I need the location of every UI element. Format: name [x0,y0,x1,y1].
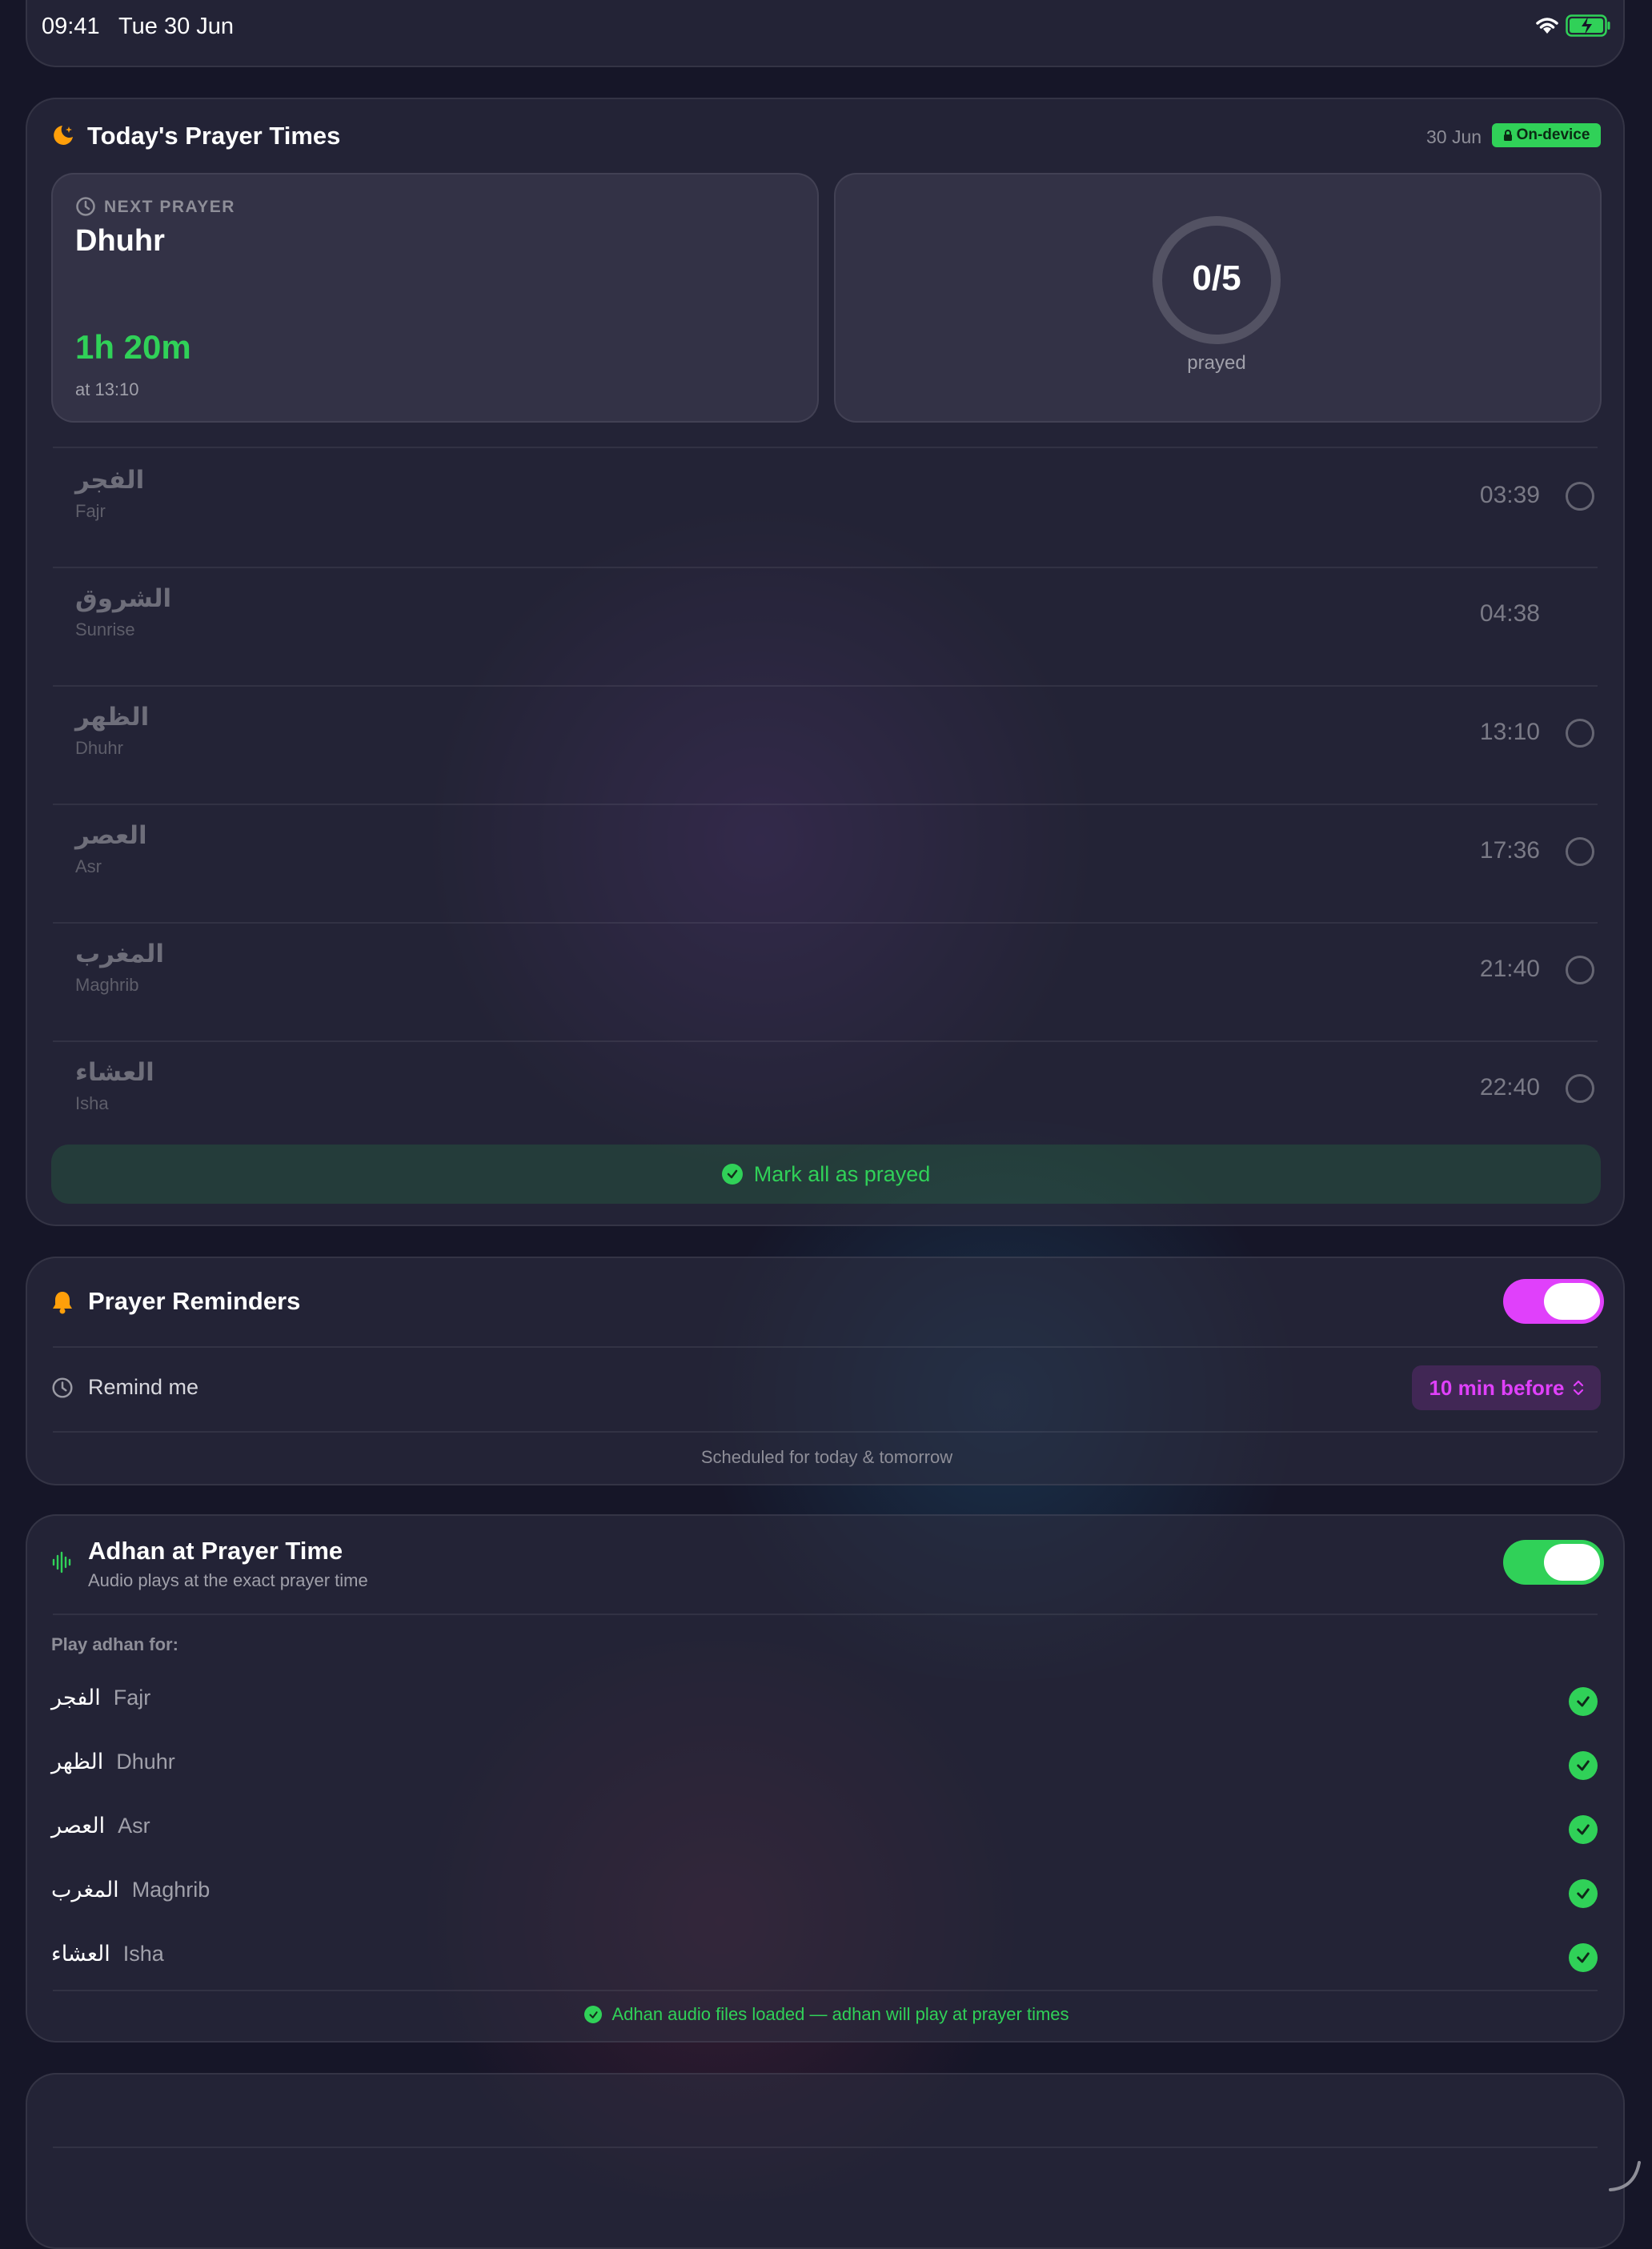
adhan-toggle[interactable] [1503,1540,1604,1585]
prayer-time: 04:38 [1479,600,1540,627]
reminders-title: Prayer Reminders [88,1287,301,1315]
remind-me-label: Remind me [88,1375,199,1399]
remind-offset-value: 10 min before [1429,1375,1565,1400]
prayer-reminders-card: Prayer Reminders Remind me 10 min before… [26,1257,1625,1485]
next-prayer-time: at 13:10 [75,379,139,399]
adhan-prayer-row[interactable]: العشاء Isha [27,1926,1626,1990]
header-date: 30 Jun [1426,126,1482,147]
adhan-prayer-label: الظهر Dhuhr [51,1750,175,1774]
checkmark-circle-icon[interactable] [1569,1815,1598,1844]
adhan-prayer-row[interactable]: العصر Asr [27,1798,1626,1862]
adhan-prayer-arabic: الفجر [51,1686,101,1710]
reminders-footer: Scheduled for today & tomorrow [700,1447,953,1467]
prayer-arabic-name: الظهر [75,703,150,731]
prayer-time: 22:40 [1479,1074,1540,1100]
adhan-prayer-row[interactable]: المغرب Maghrib [27,1862,1626,1926]
adhan-card: Adhan at Prayer Time Audio plays at the … [26,1514,1625,2043]
chevron-up-down-icon [1573,1380,1583,1396]
adhan-prayer-label: المغرب Maghrib [51,1878,210,1902]
status-date: Tue 30 Jun [118,14,235,39]
checkmark-circle-icon[interactable] [1569,1687,1598,1716]
resize-handle[interactable] [1607,2158,1642,2197]
prayed-checkbox[interactable] [1566,482,1594,511]
status-bar: 09:41 Tue 30 Jun [26,0,1625,67]
adhan-status-text: Adhan audio files loaded — adhan will pl… [611,2004,1069,2024]
checkmark-circle-icon[interactable] [1569,1751,1598,1780]
card-title: Today's Prayer Times [87,122,341,150]
checkmark-circle-icon [584,2006,603,2023]
next-prayer-name: Dhuhr [75,224,165,258]
prayed-checkbox[interactable] [1566,719,1594,748]
checkmark-circle-icon[interactable] [1569,1943,1598,1972]
prayer-english-name: Dhuhr [75,738,123,758]
prayer-time: 13:10 [1479,719,1540,745]
prayer-arabic-name: المغرب [75,940,164,968]
prayer-arabic-name: العشاء [75,1058,154,1086]
prayer-row: الفجر Fajr 03:39 [27,448,1626,567]
adhan-prayer-label: الفجر Fajr [51,1686,150,1710]
prayer-times-card: Today's Prayer Times 30 Jun On-device NE… [26,98,1625,1226]
adhan-prayer-row[interactable]: الفجر Fajr [27,1670,1626,1734]
prayer-english-name: Isha [75,1093,109,1113]
prayer-english-name: Fajr [75,501,106,521]
status-time: 09:41 [42,14,100,39]
adhan-prayer-label: العشاء Isha [51,1942,164,1966]
adhan-prayer-arabic: العصر [51,1814,106,1838]
prayed-checkbox[interactable] [1566,837,1594,866]
prayer-time: 03:39 [1479,482,1540,508]
adhan-prayer-arabic: العشاء [51,1942,110,1966]
adhan-status: Adhan audio files loaded — adhan will pl… [27,2004,1626,2025]
adhan-subtitle: Audio plays at the exact prayer time [88,1570,368,1590]
wifi-icon [1534,14,1561,39]
adhan-prayer-english: Fajr [113,1686,151,1710]
prayer-row: العصر Asr 17:36 [27,804,1626,922]
badge-label: On-device [1516,126,1590,143]
prayer-arabic-name: الشروق [75,584,172,612]
prayer-row: المغرب Maghrib 21:40 [27,922,1626,1040]
prayer-time: 17:36 [1479,837,1540,864]
bell-icon [51,1290,74,1318]
remind-offset-picker[interactable]: 10 min before [1412,1365,1601,1410]
prayer-english-name: Maghrib [75,975,139,995]
battery-charging-icon [1566,14,1612,41]
prayer-english-name: Asr [75,856,102,876]
timer-icon [51,1377,74,1403]
prayed-checkbox[interactable] [1566,1074,1594,1103]
prayer-english-name: Sunrise [75,619,135,639]
prayed-checkbox[interactable] [1566,956,1594,984]
next-prayer-box: NEXT PRAYER Dhuhr 1h 20m at 13:10 [51,173,819,423]
next-prayer-countdown: 1h 20m [75,328,191,366]
checkmark-circle-icon[interactable] [1569,1879,1598,1908]
prayer-row: الشروق Sunrise 04:38 [27,567,1626,685]
timer-icon [75,196,96,221]
next-prayer-label: NEXT PRAYER [104,198,235,216]
mark-all-label: Mark all as prayed [753,1161,931,1186]
prayer-arabic-name: الفجر [75,466,145,494]
waveform-icon [51,1551,74,1578]
reminders-toggle[interactable] [1503,1279,1604,1324]
adhan-prayer-row[interactable]: الظهر Dhuhr [27,1734,1626,1798]
prayer-arabic-name: العصر [75,821,147,849]
adhan-prayer-english: Asr [118,1814,150,1838]
checkmark-circle-icon [721,1164,743,1185]
prayer-time: 21:40 [1479,956,1540,982]
adhan-prayer-english: Dhuhr [116,1750,175,1774]
adhan-title: Adhan at Prayer Time [88,1537,343,1565]
bottom-card [26,2073,1625,2249]
adhan-prayer-label: العصر Asr [51,1814,150,1838]
adhan-prayer-english: Maghrib [131,1878,211,1902]
moon-icon [51,123,75,151]
mark-all-button[interactable]: Mark all as prayed [51,1145,1601,1204]
adhan-prayer-arabic: الظهر [51,1750,104,1774]
prayer-row: الظهر Dhuhr 13:10 [27,685,1626,804]
play-for-label: Play adhan for: [51,1634,178,1654]
adhan-prayer-arabic: المغرب [51,1878,119,1902]
progress-box: 0/5 prayed [834,173,1602,423]
adhan-prayer-english: Isha [122,1942,164,1966]
progress-label: prayed [1187,352,1246,374]
progress-count: 0/5 [1192,259,1241,298]
prayer-row: العشاء Isha 22:40 [27,1040,1626,1159]
on-device-badge: On-device [1492,123,1601,147]
lock-icon [1503,129,1512,141]
